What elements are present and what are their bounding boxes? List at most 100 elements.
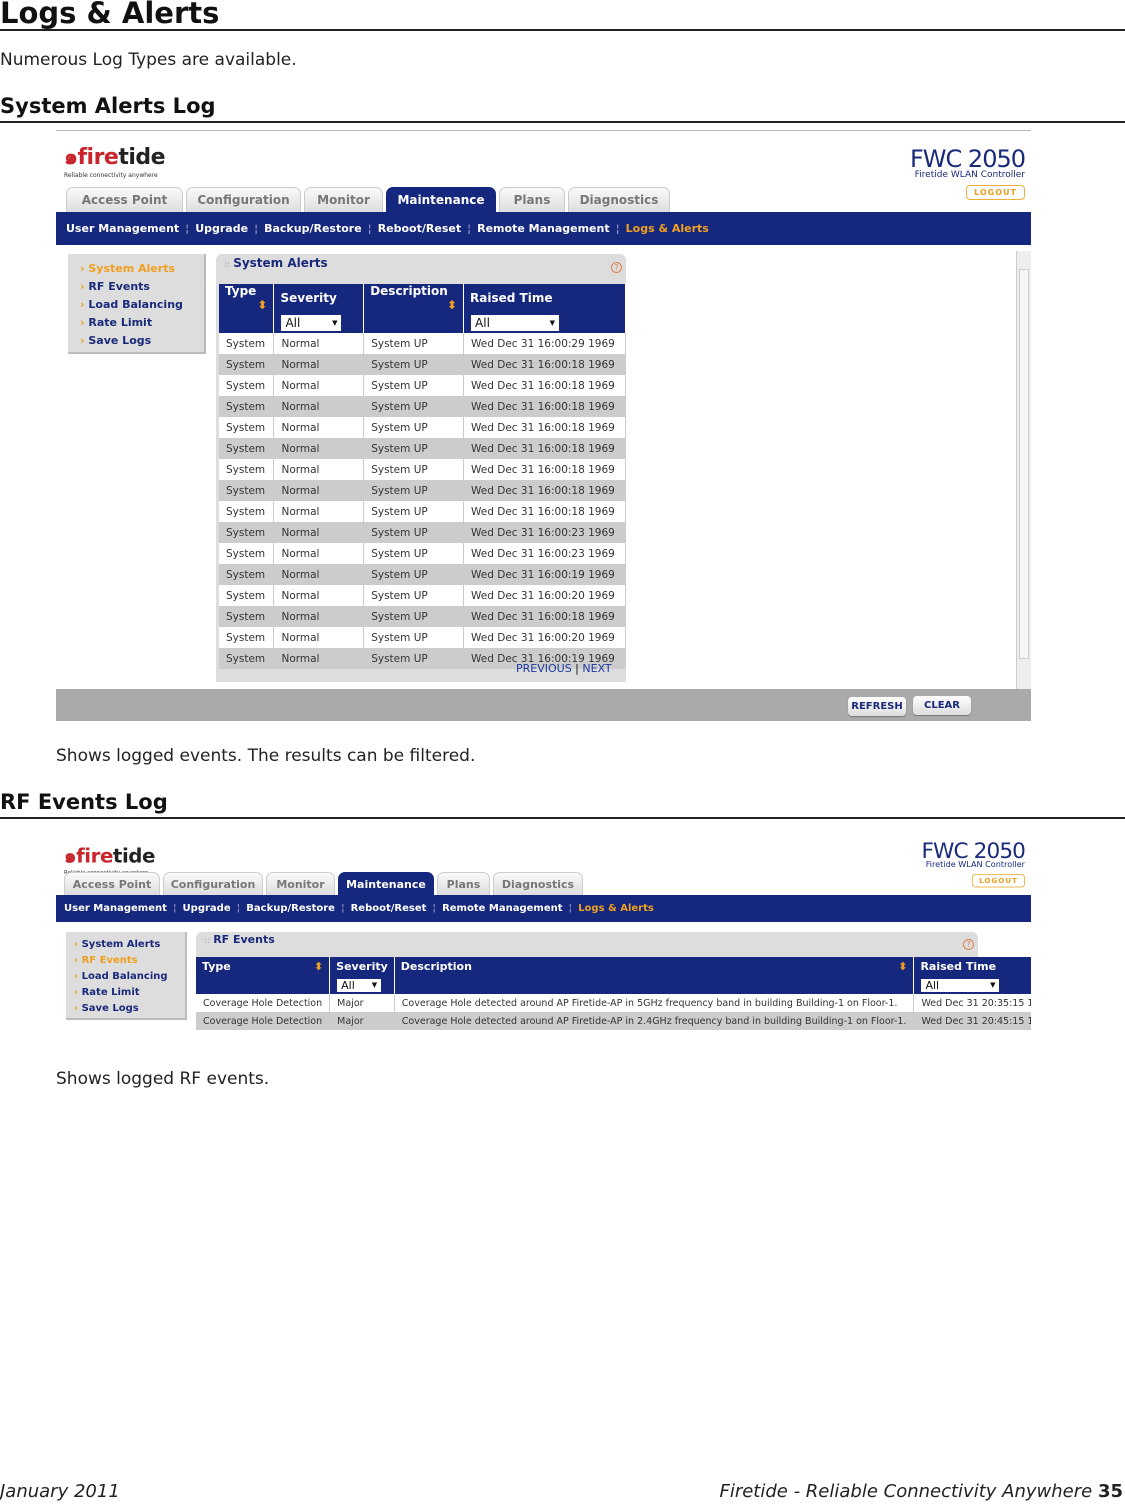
vertical-scrollbar[interactable] bbox=[1016, 251, 1031, 689]
nav-separator: ¦ bbox=[467, 222, 472, 235]
tab-monitor[interactable]: Monitor bbox=[266, 872, 335, 895]
scrollbar-thumb[interactable] bbox=[1019, 269, 1029, 659]
sidebar-item-system-alerts[interactable]: System Alerts bbox=[80, 260, 204, 278]
subnav-logs-alerts[interactable]: Logs & Alerts bbox=[626, 222, 709, 235]
description-cell: System UP bbox=[363, 354, 465, 375]
table-row[interactable]: System Normal System UP Wed Dec 31 16:00:20… bbox=[219, 585, 626, 606]
logout-button[interactable]: LOGOUT bbox=[966, 185, 1025, 200]
sort-icon[interactable]: ⬍ bbox=[314, 960, 323, 973]
table-row[interactable]: System Normal System UP Wed Dec 31 16:00:18… bbox=[219, 417, 626, 438]
chevron-down-icon: ▼ bbox=[332, 318, 338, 327]
type-cell: System bbox=[219, 648, 275, 669]
sort-icon[interactable]: ⬍ bbox=[257, 298, 267, 312]
raised-time-filter-select[interactable]: All ▼ bbox=[921, 978, 1000, 992]
sidebar-item-load-balancing[interactable]: Load Balancing bbox=[80, 296, 204, 314]
subnav-remote-management[interactable]: Remote Management bbox=[477, 222, 609, 235]
table-row[interactable]: System Normal System UP Wed Dec 31 16:00:18… bbox=[219, 375, 626, 396]
sidebar-item-rf-events[interactable]: RF Events bbox=[80, 278, 204, 296]
refresh-button[interactable]: REFRESH bbox=[848, 697, 906, 716]
sidebar-item-rate-limit[interactable]: Rate Limit bbox=[80, 314, 204, 332]
table-row[interactable]: System Normal System UP Wed Dec 31 16:00:23… bbox=[219, 522, 626, 543]
column-header-raised-time[interactable]: Raised Time bbox=[463, 284, 626, 312]
product-name: FWC 2050 bbox=[910, 145, 1026, 173]
divider bbox=[0, 121, 1125, 123]
table-row[interactable]: System Normal System UP Wed Dec 31 16:00:18… bbox=[219, 354, 626, 375]
tab-diagnostics[interactable]: Diagnostics bbox=[493, 872, 583, 895]
table-row[interactable]: System Normal System UP Wed Dec 31 16:00:18… bbox=[219, 438, 626, 459]
description-cell: System UP bbox=[363, 564, 465, 585]
table-row[interactable]: Coverage Hole Detection Major Coverage Hol… bbox=[196, 994, 1031, 1012]
subnav-remote-management[interactable]: Remote Management bbox=[442, 903, 562, 914]
table-row[interactable]: System Normal System UP Wed Dec 31 16:00:29… bbox=[219, 333, 626, 354]
subnav-backup-restore[interactable]: Backup/Restore bbox=[264, 222, 362, 235]
tab-maintenance[interactable]: Maintenance bbox=[386, 187, 496, 212]
subnav-logs-alerts[interactable]: Logs & Alerts bbox=[578, 903, 654, 914]
logo-word: fire bbox=[76, 845, 113, 868]
table-row[interactable]: System Normal System UP Wed Dec 31 16:00:20… bbox=[219, 627, 626, 648]
table-row[interactable]: System Normal System UP Wed Dec 31 16:00:18… bbox=[219, 501, 626, 522]
logo-word: fire bbox=[77, 145, 119, 170]
column-header-raised-time[interactable]: Raised Time bbox=[913, 957, 1031, 976]
sidebar-item-load-balancing[interactable]: Load Balancing bbox=[74, 969, 185, 985]
table-row[interactable]: System Normal System UP Wed Dec 31 16:00:18… bbox=[219, 459, 626, 480]
column-header-description[interactable]: Description ⬍ bbox=[363, 284, 465, 312]
subnav-user-management[interactable]: User Management bbox=[64, 903, 167, 914]
severity-cell: Normal bbox=[273, 480, 365, 501]
subnav-upgrade[interactable]: Upgrade bbox=[183, 903, 231, 914]
subnav-user-management[interactable]: User Management bbox=[66, 222, 179, 235]
logout-button[interactable]: LOGOUT bbox=[971, 874, 1025, 888]
tab-maintenance[interactable]: Maintenance bbox=[338, 872, 434, 895]
previous-link[interactable]: PREVIOUS bbox=[516, 662, 572, 675]
column-label: Raised Time bbox=[920, 960, 997, 973]
sidebar-item-rf-events[interactable]: RF Events bbox=[74, 953, 185, 969]
help-icon[interactable]: ? bbox=[611, 262, 622, 273]
raised-time-filter-select[interactable]: All ▼ bbox=[471, 314, 560, 331]
clear-button[interactable]: CLEAR bbox=[913, 696, 971, 715]
sidebar-item-rate-limit[interactable]: Rate Limit bbox=[74, 985, 185, 1001]
column-header-severity[interactable]: Severity bbox=[329, 957, 395, 976]
tab-monitor[interactable]: Monitor bbox=[304, 187, 383, 212]
nav-separator: ¦ bbox=[615, 222, 620, 235]
tab-plans[interactable]: Plans bbox=[437, 872, 490, 895]
column-header-type[interactable]: Type ⬍ bbox=[196, 957, 331, 976]
subnav-backup-restore[interactable]: Backup/Restore bbox=[246, 903, 335, 914]
table-row[interactable]: System Normal System UP Wed Dec 31 16:00:18… bbox=[219, 396, 626, 417]
sidebar-item-system-alerts[interactable]: System Alerts bbox=[74, 937, 185, 953]
severity-filter-select[interactable]: All ▼ bbox=[281, 314, 342, 331]
tab-access-point[interactable]: Access Point bbox=[64, 872, 160, 895]
table-header-row: Type ⬍ Severity Description ⬍ Raised Time bbox=[219, 284, 626, 312]
tab-plans[interactable]: Plans bbox=[499, 187, 565, 212]
nav-separator: ¦ bbox=[254, 222, 259, 235]
column-header-type[interactable]: Type ⬍ bbox=[219, 284, 275, 312]
table-row[interactable]: System Normal System UP Wed Dec 31 16:00:19… bbox=[219, 564, 626, 585]
column-header-description[interactable]: Description ⬍ bbox=[394, 957, 915, 976]
sidebar-item-save-logs[interactable]: Save Logs bbox=[80, 332, 204, 350]
help-icon[interactable]: ? bbox=[963, 939, 974, 950]
table-row[interactable]: System Normal System UP Wed Dec 31 16:00:18… bbox=[219, 480, 626, 501]
severity-cell: Normal bbox=[273, 648, 365, 669]
sidebar-item-save-logs[interactable]: Save Logs bbox=[74, 1001, 185, 1017]
severity-cell: Normal bbox=[273, 585, 365, 606]
severity-cell: Major bbox=[329, 1012, 395, 1030]
table-row[interactable]: System Normal System UP Wed Dec 31 16:00:23… bbox=[219, 543, 626, 564]
tab-configuration[interactable]: Configuration bbox=[163, 872, 263, 895]
product-branding: FWC 2050 Firetide WLAN Controller LOGOUT bbox=[922, 838, 1026, 888]
subnav-reboot-reset[interactable]: Reboot/Reset bbox=[378, 222, 461, 235]
sort-icon[interactable]: ⬍ bbox=[898, 960, 907, 973]
subnav-upgrade[interactable]: Upgrade bbox=[195, 222, 248, 235]
tab-access-point[interactable]: Access Point bbox=[66, 187, 183, 212]
column-header-severity[interactable]: Severity bbox=[273, 284, 365, 312]
subnav-reboot-reset[interactable]: Reboot/Reset bbox=[351, 903, 427, 914]
tab-diagnostics[interactable]: Diagnostics bbox=[568, 187, 670, 212]
severity-filter-select[interactable]: All ▼ bbox=[337, 978, 382, 992]
divider bbox=[0, 29, 1125, 31]
type-cell: System bbox=[219, 501, 275, 522]
table-row[interactable]: Coverage Hole Detection Major Coverage Hol… bbox=[196, 1012, 1031, 1030]
sort-icon[interactable]: ⬍ bbox=[447, 298, 457, 312]
next-link[interactable]: NEXT bbox=[582, 662, 611, 675]
tab-configuration[interactable]: Configuration bbox=[186, 187, 301, 212]
description-cell: System UP bbox=[363, 648, 465, 669]
severity-cell: Normal bbox=[273, 333, 365, 354]
column-label: Raised Time bbox=[470, 291, 553, 305]
table-row[interactable]: System Normal System UP Wed Dec 31 16:00:18… bbox=[219, 606, 626, 627]
